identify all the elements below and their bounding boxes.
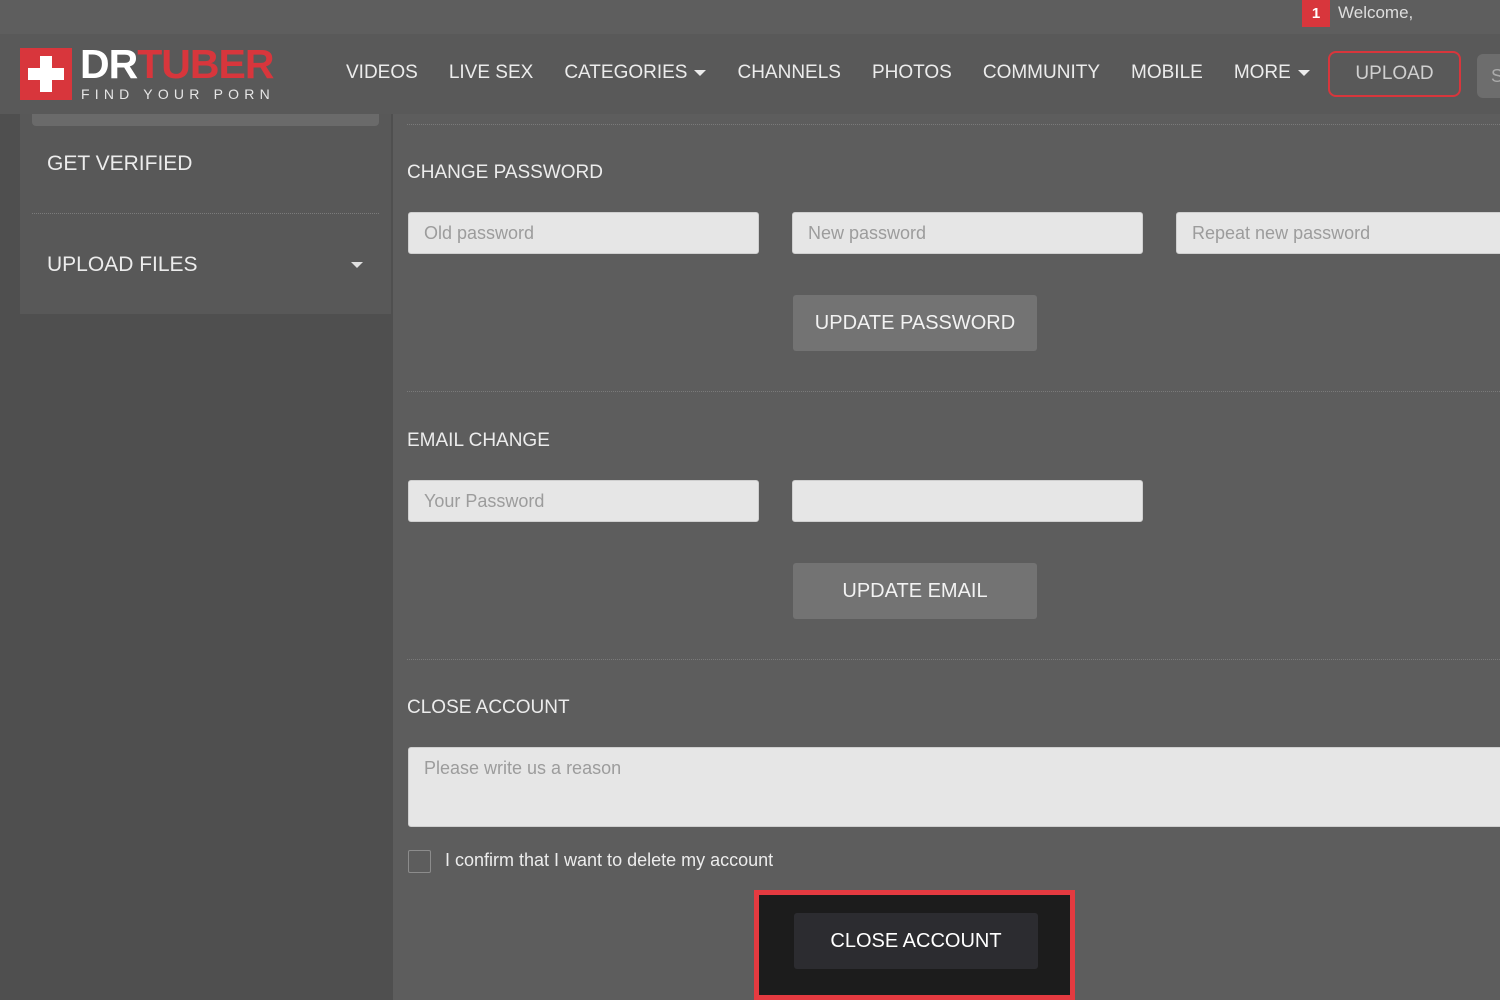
email-password-input[interactable] [408,480,759,522]
logo-wordmark: DRTUBER [80,41,274,87]
confirm-delete-checkbox[interactable] [408,850,431,873]
change-password-title: CHANGE PASSWORD [407,162,604,183]
caret-down-icon [694,70,707,76]
nav-videos[interactable]: VIDEOS [346,62,418,84]
site-header: DRTUBER FIND YOUR PORN VIDEOS LIVE SEX C… [0,34,1500,114]
top-strip: 1 Welcome, [0,0,1500,34]
nav-channels[interactable]: CHANNELS [737,62,840,84]
settings-panel: CHANGE PASSWORD UPDATE PASSWORD EMAIL CH… [393,114,1500,1000]
search-input-partial[interactable]: S [1477,54,1500,98]
welcome-text: Welcome, [1338,3,1414,22]
section-divider [407,659,1500,660]
nav-live-sex[interactable]: LIVE SEX [449,62,534,84]
main-nav: VIDEOS LIVE SEX CATEGORIES CHANNELS PHOT… [346,62,1341,84]
account-sidebar: GET VERIFIED UPLOAD FILES [20,114,391,314]
sidebar-item-upload-files[interactable]: UPLOAD FILES [47,253,198,277]
medical-cross-icon [20,48,72,100]
new-email-input[interactable] [792,480,1143,522]
sidebar-item-cut-off[interactable] [32,114,379,126]
close-account-title: CLOSE ACCOUNT [407,697,570,718]
new-password-input[interactable] [792,212,1143,254]
close-account-button[interactable]: CLOSE ACCOUNT [794,913,1038,969]
section-divider [407,391,1500,392]
nav-community[interactable]: COMMUNITY [983,62,1100,84]
nav-categories[interactable]: CATEGORIES [564,62,707,84]
sidebar-divider [32,213,379,214]
caret-down-icon [1297,70,1310,76]
nav-mobile[interactable]: MOBILE [1131,62,1203,84]
email-change-title: EMAIL CHANGE [407,430,550,451]
nav-more[interactable]: MORE [1234,62,1310,84]
close-reason-textarea[interactable] [408,747,1500,827]
nav-photos[interactable]: PHOTOS [872,62,952,84]
logo-tagline: FIND YOUR PORN [81,86,275,102]
confirm-delete-label: I confirm that I want to delete my accou… [445,850,774,870]
site-logo[interactable]: DRTUBER FIND YOUR PORN [20,42,290,104]
sidebar-item-get-verified[interactable]: GET VERIFIED [47,152,192,176]
update-password-button[interactable]: UPDATE PASSWORD [793,295,1037,351]
section-divider [407,124,1500,125]
old-password-input[interactable] [408,212,759,254]
close-account-highlight: CLOSE ACCOUNT [754,890,1075,1000]
notification-badge[interactable]: 1 [1302,0,1330,27]
upload-button[interactable]: UPLOAD [1328,51,1461,97]
repeat-password-input[interactable] [1176,212,1500,254]
chevron-down-icon[interactable] [351,262,363,268]
update-email-button[interactable]: UPDATE EMAIL [793,563,1037,619]
